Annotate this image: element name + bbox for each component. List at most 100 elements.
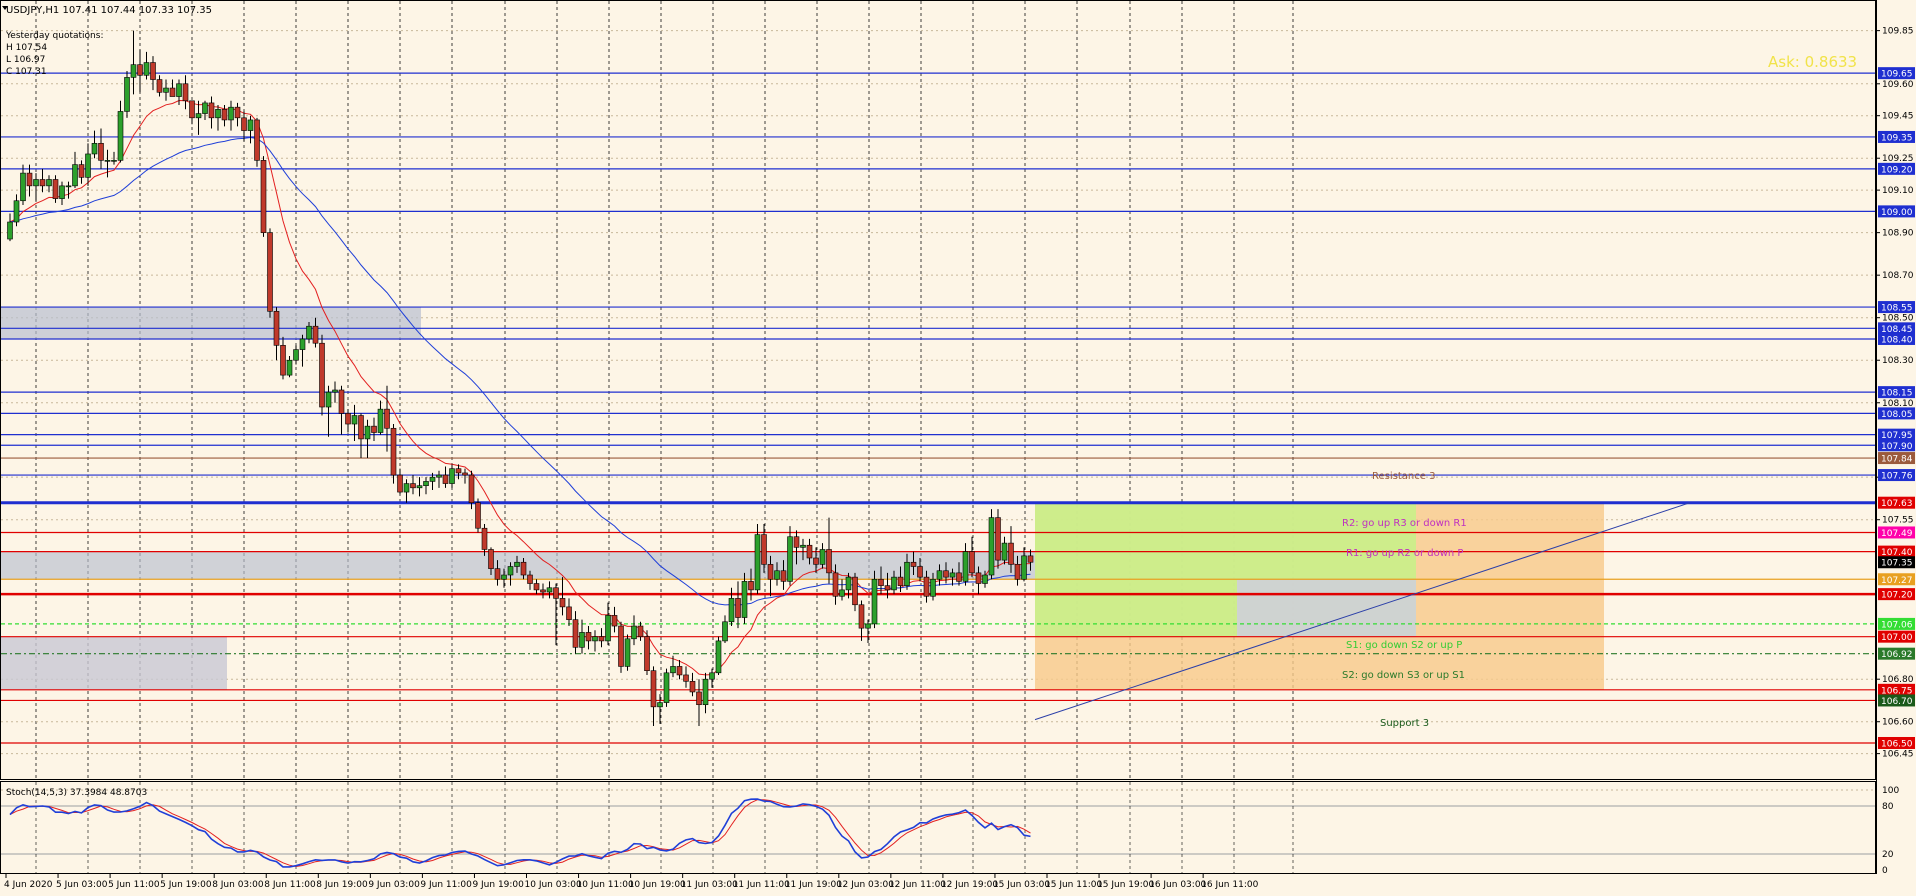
candle-body-114 xyxy=(748,581,754,591)
price-badge-label-24: 106.50 xyxy=(1881,739,1913,749)
time-tick-label-22: 16 Jun 03:00 xyxy=(1149,880,1206,890)
candle-body-91 xyxy=(598,636,605,642)
candle-body-69 xyxy=(455,468,462,474)
candle-body-15 xyxy=(104,160,111,162)
candle-body-124 xyxy=(813,557,819,565)
price-tick-label-4: 109.10 xyxy=(1882,186,1914,196)
candle-body-87 xyxy=(572,619,579,648)
candle-body-120 xyxy=(787,536,793,582)
candle-body-156 xyxy=(1021,555,1027,580)
price-tick-label-9: 108.10 xyxy=(1882,399,1914,409)
candle-133 xyxy=(871,570,878,629)
candle-body-60 xyxy=(397,474,403,493)
candle-body-4 xyxy=(33,179,39,187)
candle-body-85 xyxy=(559,598,566,608)
stoch-scale-label-2: 20 xyxy=(1882,850,1894,860)
price-badge-label-6: 108.40 xyxy=(1881,335,1913,345)
price-badge-label-2: 109.20 xyxy=(1881,165,1913,175)
candle-body-6 xyxy=(46,179,52,187)
candle-body-76 xyxy=(501,574,507,580)
gray-zone-1 xyxy=(1,307,421,339)
candle-body-118 xyxy=(774,570,780,580)
candle-body-134 xyxy=(878,578,884,586)
candle-body-145 xyxy=(949,572,956,578)
candle-body-5 xyxy=(39,179,46,187)
price-tick-label-6: 108.70 xyxy=(1882,271,1914,281)
candle-body-72 xyxy=(475,502,481,529)
price-badge-label-8: 108.05 xyxy=(1881,410,1913,420)
candle-body-130 xyxy=(852,576,858,606)
candle-body-64 xyxy=(423,481,429,486)
candle-body-7 xyxy=(52,179,59,199)
price-tick-label-11: 107.55 xyxy=(1882,516,1914,526)
candle-body-71 xyxy=(468,474,475,504)
candle-body-39 xyxy=(260,160,267,233)
price-badge-label-19: 107.06 xyxy=(1881,620,1913,630)
time-tick-label-5: 8 Jun 11:00 xyxy=(264,880,316,890)
candle-body-0 xyxy=(7,221,13,240)
candle-body-47 xyxy=(312,325,319,344)
candle-body-21 xyxy=(143,62,150,76)
time-axis[interactable]: 4 Jun 2020 5 Jun 03:00 5 Jun 11:00 5 Jun 19… xyxy=(4,874,1259,890)
candle-152 xyxy=(995,509,1001,569)
candle-body-90 xyxy=(592,636,598,642)
candle-body-55 xyxy=(364,425,371,440)
candle-body-74 xyxy=(488,549,494,569)
candle-body-53 xyxy=(351,415,358,425)
candle-body-61 xyxy=(403,483,410,493)
candle-body-2 xyxy=(20,172,26,202)
price-tick-label-0: 109.85 xyxy=(1882,27,1914,37)
price-tick-label-3: 109.25 xyxy=(1882,154,1914,164)
price-tick-label-2: 109.45 xyxy=(1882,112,1914,122)
candle-body-78 xyxy=(514,561,520,567)
candle-body-135 xyxy=(884,585,891,591)
price-tick-label-1: 109.60 xyxy=(1882,80,1914,90)
candle-body-109 xyxy=(715,640,722,674)
candle-39 xyxy=(260,156,267,237)
stoch-label: Stoch(14,5,3) 37.3984 48.8703 xyxy=(6,788,147,798)
price-badges: 109.65109.35109.20109.00108.55108.45108.… xyxy=(1878,67,1915,749)
candle-body-111 xyxy=(728,598,735,623)
candle-body-146 xyxy=(956,572,962,582)
candle-body-16 xyxy=(111,160,117,162)
price-tick-label-14: 106.45 xyxy=(1882,750,1914,760)
candle-body-100 xyxy=(657,702,663,708)
candle-body-51 xyxy=(338,389,345,414)
yesterday-low: L 106.97 xyxy=(6,55,45,65)
candle-body-88 xyxy=(579,632,585,648)
candle-body-129 xyxy=(845,576,852,591)
candle-7 xyxy=(52,175,59,203)
time-tick-label-23: 16 Jun 11:00 xyxy=(1201,880,1258,890)
candle-body-127 xyxy=(832,572,839,597)
candle-body-110 xyxy=(722,621,728,642)
candle-body-32 xyxy=(215,109,221,119)
candle-body-79 xyxy=(520,561,527,576)
stoch-scale-label-0: 100 xyxy=(1882,786,1899,796)
candle-body-57 xyxy=(377,408,384,433)
resistance3-label: Resistance 3 xyxy=(1372,471,1435,482)
yesterday-close: C 107.31 xyxy=(6,67,47,77)
candle-body-95 xyxy=(624,638,631,667)
stoch-scale-label-1: 80 xyxy=(1882,802,1894,812)
candle-body-132 xyxy=(865,623,871,629)
price-badge-label-13: 107.63 xyxy=(1881,499,1913,509)
candle-72 xyxy=(475,498,481,533)
stochastic-panel: 100 80 20 0 xyxy=(1,782,1899,876)
candle-body-153 xyxy=(1001,542,1008,561)
candle-body-42 xyxy=(280,345,286,376)
candle-body-147 xyxy=(962,551,969,582)
candle-body-38 xyxy=(254,119,260,161)
time-tick-label-17: 12 Jun 11:00 xyxy=(889,880,946,890)
candle-95 xyxy=(624,634,631,671)
candle-body-80 xyxy=(527,574,533,584)
candle-body-23 xyxy=(156,79,163,93)
time-tick-label-1: 5 Jun 03:00 xyxy=(56,880,108,890)
candle-body-25 xyxy=(169,87,176,97)
time-tick-label-12: 10 Jun 19:00 xyxy=(629,880,686,890)
candle-38 xyxy=(254,117,260,167)
candle-body-119 xyxy=(780,570,787,582)
candle-body-149 xyxy=(975,572,982,584)
candle-body-29 xyxy=(195,113,202,119)
trading-chart[interactable]: 100 80 20 0 109.85 109.60 109.45 109.25 109.10 1… xyxy=(0,0,1916,896)
candle-body-63 xyxy=(416,485,423,489)
